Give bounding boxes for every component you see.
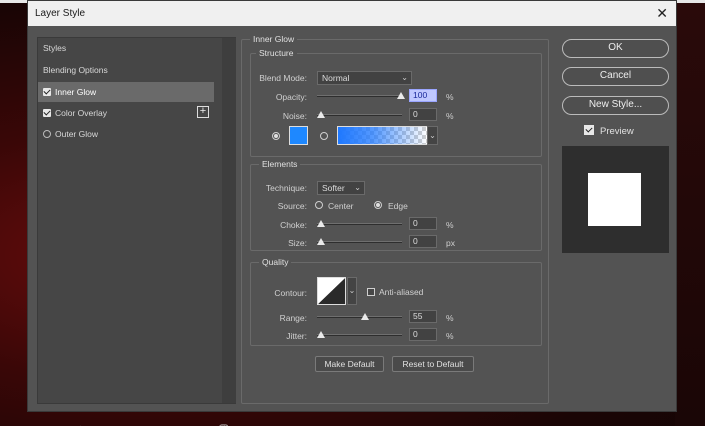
style-item-label: Inner Glow (55, 87, 97, 97)
chevron-down-icon: ⌄ (354, 183, 361, 192)
technique-value: Softer (322, 183, 345, 193)
noise-slider[interactable] (317, 114, 402, 116)
anti-aliased-label: Anti-aliased (379, 287, 424, 297)
jitter-input[interactable]: 0 (409, 328, 437, 341)
checkbox-icon[interactable] (43, 88, 51, 96)
jitter-slider-thumb[interactable] (317, 331, 325, 338)
new-style-button[interactable]: New Style... (562, 96, 669, 115)
ok-button[interactable]: OK (562, 39, 669, 58)
cancel-button[interactable]: Cancel (562, 67, 669, 86)
window-title: Layer Style (35, 8, 86, 19)
color-mode-radio[interactable] (272, 132, 280, 140)
style-item-color-overlay[interactable]: Color Overlay (38, 103, 214, 123)
add-effect-plus-icon[interactable]: + (197, 106, 209, 118)
noise-slider-thumb[interactable] (317, 111, 325, 118)
opacity-label: Opacity: (275, 92, 307, 102)
source-edge-radio[interactable] (374, 201, 382, 209)
quality-title: Quality (259, 257, 292, 267)
background-strip (675, 0, 705, 426)
style-item-blending-options[interactable]: Blending Options (38, 60, 214, 80)
range-input[interactable]: 55 (409, 310, 437, 323)
make-default-button[interactable]: Make Default (315, 356, 384, 372)
range-label: Range: (279, 313, 307, 323)
size-label: Size: (288, 238, 307, 248)
blend-mode-value: Normal (322, 73, 350, 83)
size-slider-thumb[interactable] (317, 238, 325, 245)
preview-label: Preview (600, 126, 634, 137)
contour-label: Contour: (274, 288, 307, 298)
choke-label: Choke: (280, 220, 307, 230)
blend-mode-select[interactable]: Normal ⌄ (317, 71, 412, 85)
technique-label: Technique: (265, 183, 307, 193)
noise-unit: % (446, 111, 454, 121)
source-edge-label: Edge (388, 201, 408, 211)
blend-mode-label: Blend Mode: (259, 73, 307, 83)
contour-preview[interactable] (317, 277, 346, 305)
opacity-input[interactable]: 100 (409, 89, 437, 102)
choke-slider-thumb[interactable] (317, 220, 325, 227)
style-item-label: Outer Glow (55, 129, 98, 139)
elements-title: Elements (259, 159, 301, 169)
style-item-label: Color Overlay (55, 108, 107, 118)
range-slider-thumb[interactable] (361, 313, 369, 320)
glow-color-swatch[interactable] (289, 126, 308, 145)
source-center-label: Center (328, 201, 354, 211)
close-icon[interactable]: ✕ (656, 5, 668, 22)
source-center-radio[interactable] (315, 201, 323, 209)
inner-glow-settings: Inner Glow Structure Blend Mode: Normal … (241, 34, 549, 404)
style-item-inner-glow[interactable]: Inner Glow (38, 82, 214, 102)
source-label: Source: (277, 201, 307, 211)
gradient-mode-radio[interactable] (320, 132, 328, 140)
elements-group: Elements Technique: Softer ⌄ Source: Cen… (250, 159, 542, 251)
size-slider[interactable] (317, 241, 402, 243)
size-unit: px (446, 238, 455, 248)
styles-list-panel: Styles Blending Options Inner Glow Color… (37, 37, 236, 426)
contour-curve-icon (318, 278, 345, 304)
opacity-slider[interactable] (317, 95, 402, 97)
layer-style-dialog: Layer Style ✕ Styles Blending Options In… (27, 0, 677, 426)
jitter-slider[interactable] (317, 334, 402, 336)
size-input[interactable]: 0 (409, 235, 437, 248)
title-bar: Layer Style ✕ (28, 1, 676, 26)
choke-input[interactable]: 0 (409, 217, 437, 230)
chevron-down-icon[interactable]: ⌄ (427, 126, 438, 145)
chevron-down-icon[interactable]: ⌄ (347, 277, 357, 305)
reset-to-default-button[interactable]: Reset to Default (392, 356, 474, 372)
structure-title: Structure (256, 48, 297, 58)
technique-select[interactable]: Softer ⌄ (317, 181, 365, 195)
choke-slider[interactable] (317, 223, 402, 225)
choke-unit: % (446, 220, 454, 230)
preview-toggle[interactable]: Preview (584, 125, 634, 137)
noise-input[interactable]: 0 (409, 108, 437, 121)
style-item-outer-glow[interactable]: Outer Glow (38, 124, 214, 144)
section-title: Inner Glow (250, 34, 298, 44)
anti-aliased-checkbox[interactable] (367, 288, 375, 296)
preview-swatch (588, 173, 641, 226)
style-item-label: Blending Options (43, 65, 108, 75)
range-slider[interactable] (317, 316, 402, 318)
chevron-down-icon: ⌄ (401, 73, 408, 82)
style-item-styles[interactable]: Styles (38, 38, 214, 58)
preview-checkbox[interactable] (584, 125, 594, 135)
checkbox-icon[interactable] (43, 109, 51, 117)
opacity-unit: % (446, 92, 454, 102)
style-item-label: Styles (43, 43, 67, 53)
radio-icon[interactable] (43, 130, 51, 138)
jitter-label: Jitter: (286, 331, 307, 341)
style-preview (562, 146, 669, 253)
noise-label: Noise: (282, 111, 307, 121)
range-unit: % (446, 313, 454, 323)
quality-group: Quality Contour: ⌄ Anti-aliased Range: 5… (250, 257, 542, 346)
opacity-slider-thumb[interactable] (397, 92, 405, 99)
glow-gradient-picker[interactable] (337, 126, 428, 145)
jitter-unit: % (446, 331, 454, 341)
structure-group: Structure Blend Mode: Normal ⌄ Opacity: … (250, 48, 542, 157)
